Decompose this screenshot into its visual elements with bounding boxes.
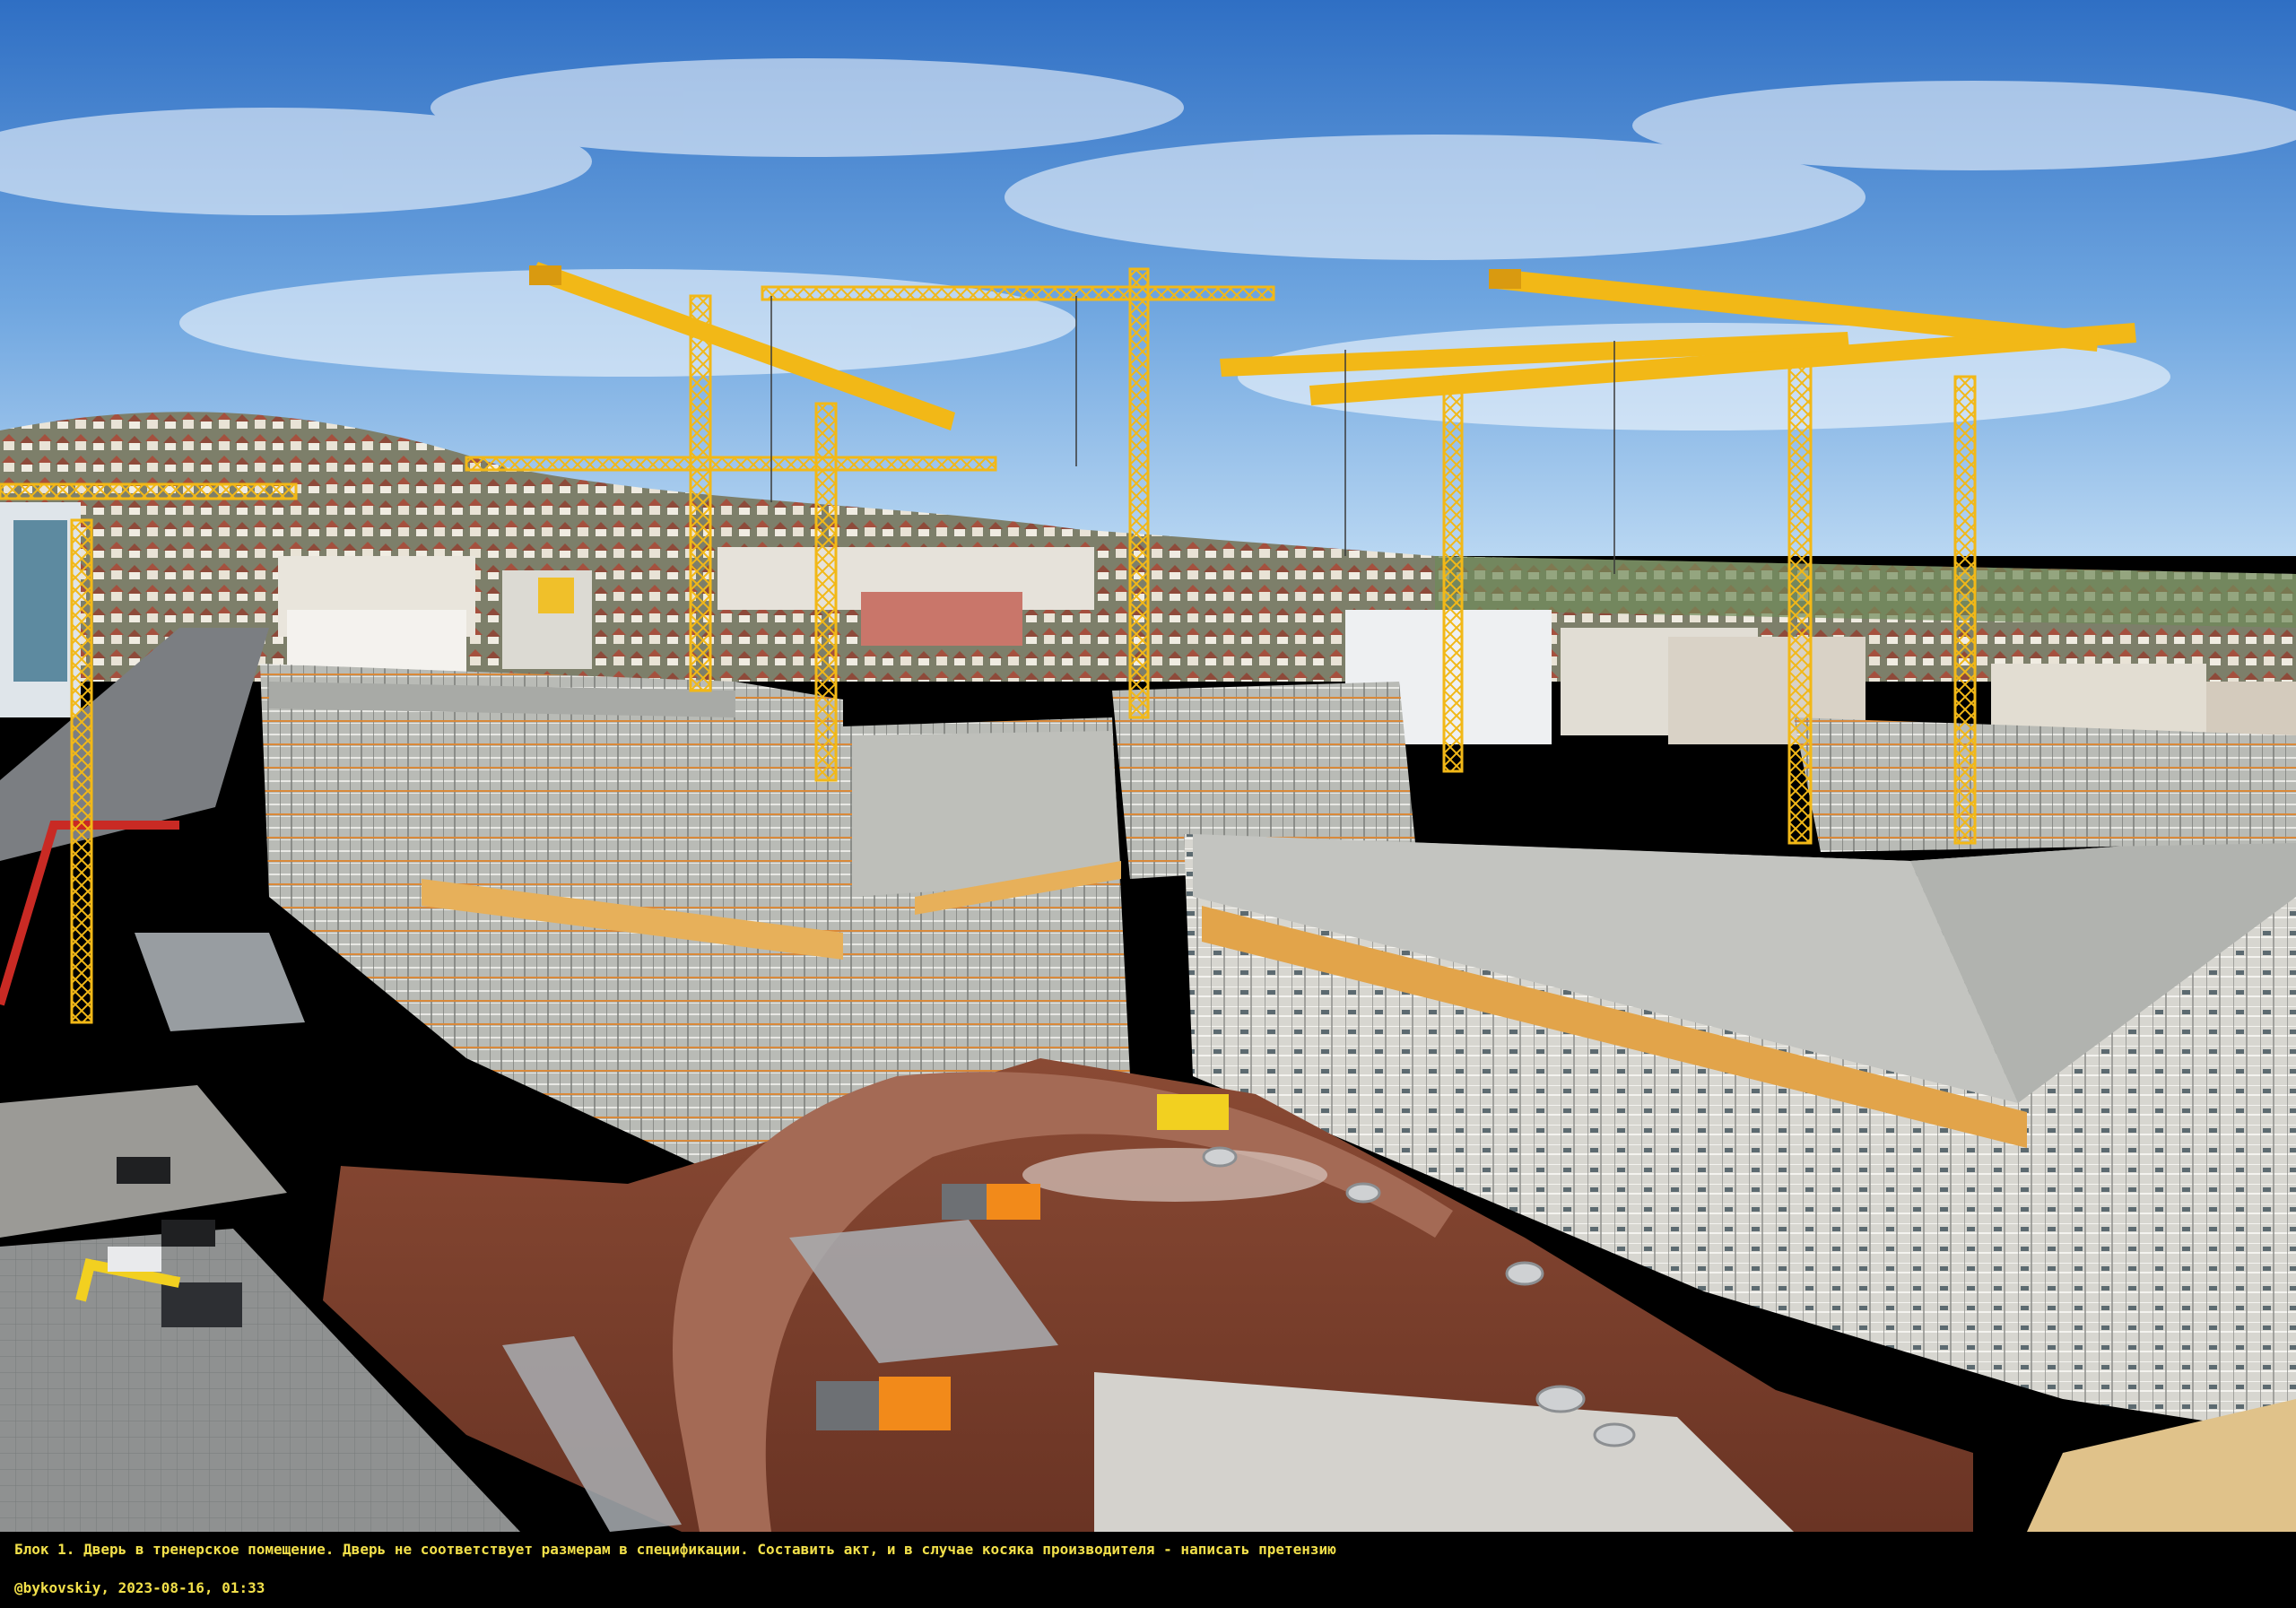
construction-site-photo <box>0 0 2296 1532</box>
building-block-northeast <box>1794 717 2296 852</box>
caption-bar: Блок 1. Дверь в тренерское помещение. Дв… <box>0 1532 2296 1608</box>
foreground-timber <box>2027 1399 2296 1532</box>
frost-patch <box>1022 1148 1327 1202</box>
caption-meta: @bykovskiy, 2023-08-16, 01:33 <box>14 1579 265 1596</box>
orange-truck-1 <box>942 1184 1040 1220</box>
caption-note: Блок 1. Дверь в тренерское помещение. Дв… <box>14 1541 1336 1558</box>
yellow-roller <box>1157 1094 1229 1130</box>
orange-truck-2 <box>816 1377 951 1430</box>
caption-timestamp: 2023-08-16, 01:33 <box>117 1579 265 1596</box>
caption-author: @bykovskiy <box>14 1579 101 1596</box>
